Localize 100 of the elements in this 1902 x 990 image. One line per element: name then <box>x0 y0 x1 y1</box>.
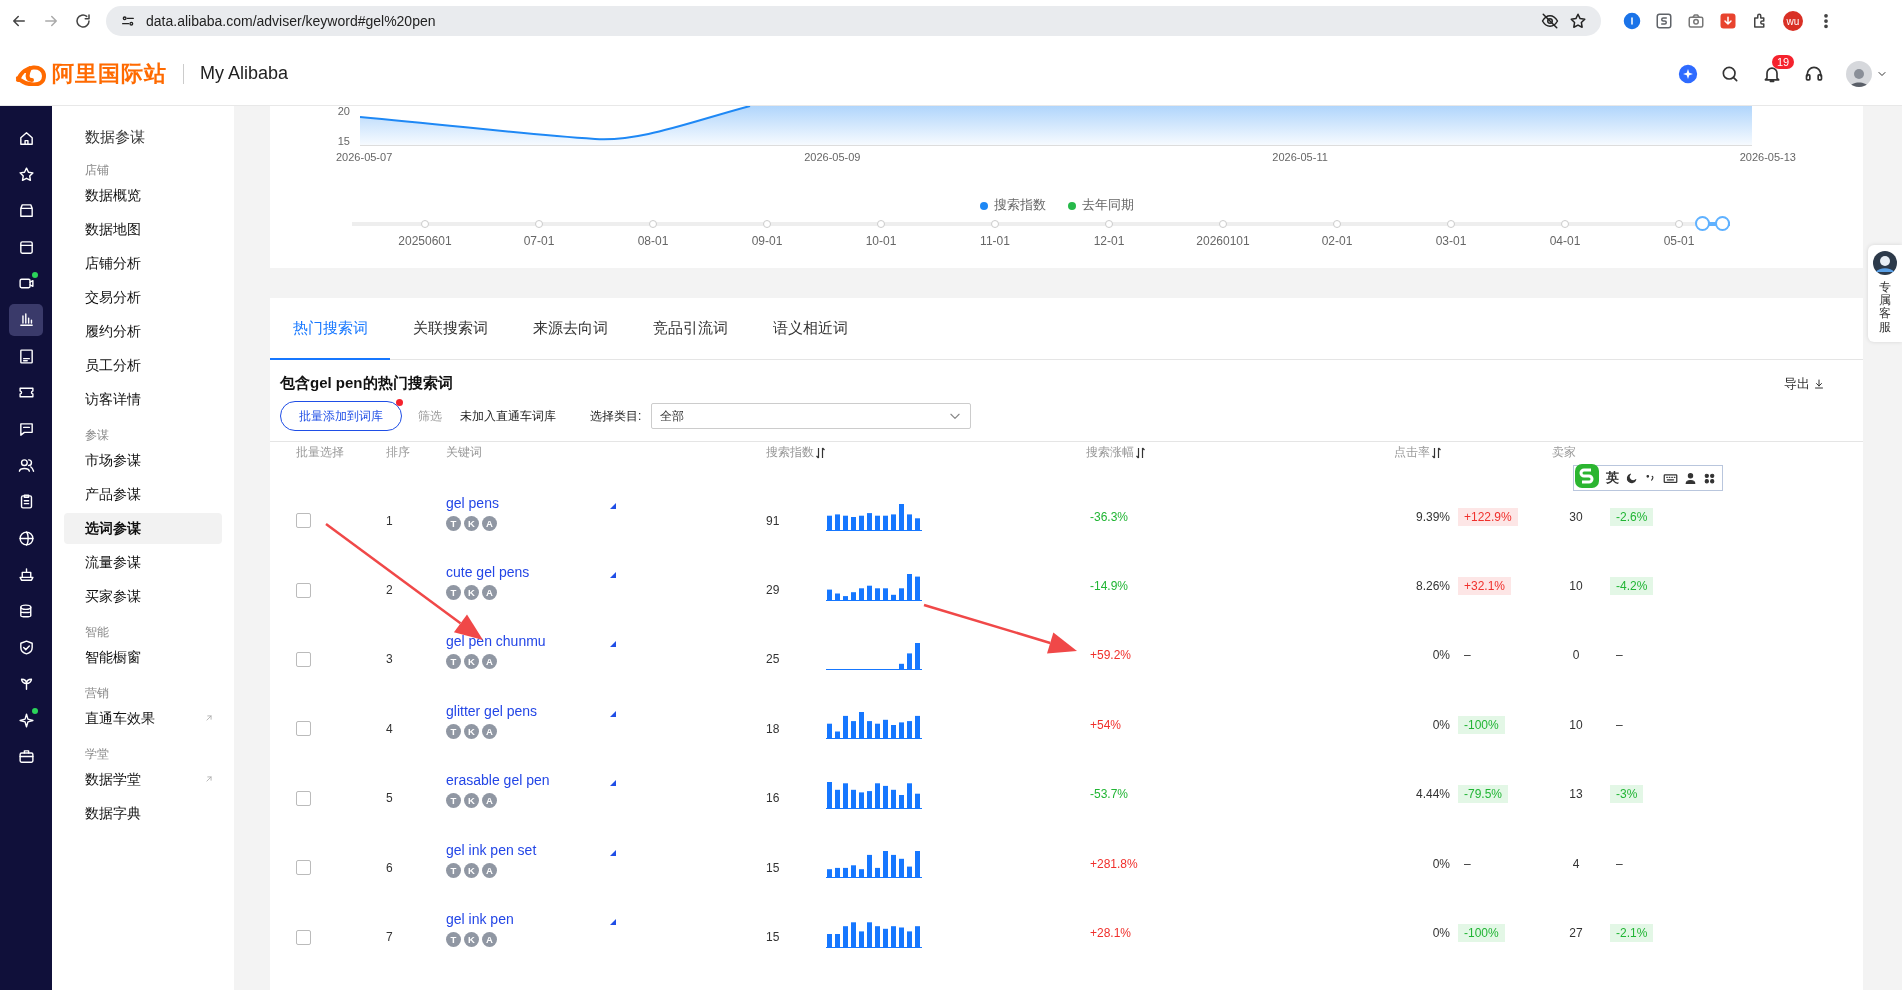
sidebar-item[interactable]: 数据字典 <box>64 798 222 829</box>
keyword-tag: T <box>446 932 461 948</box>
sort-icon[interactable] <box>1136 446 1145 459</box>
export-link[interactable]: 导出 <box>1784 374 1825 393</box>
corner-triangle-icon[interactable] <box>610 502 616 509</box>
keyword-link[interactable]: gel pens <box>446 494 626 511</box>
star-icon[interactable] <box>1569 12 1587 30</box>
shield-icon[interactable] <box>17 638 35 656</box>
sidebar-item[interactable]: 选词参谋 <box>64 513 222 544</box>
address-bar[interactable]: data.alibaba.com/adviser/keyword#gel%20pen <box>106 6 1601 36</box>
sidebar-item[interactable]: 店铺分析 <box>64 248 222 279</box>
person-icon[interactable] <box>1684 471 1697 485</box>
corner-triangle-icon[interactable] <box>610 849 616 856</box>
seller-count: 13 <box>1568 787 1584 802</box>
tune-icon[interactable] <box>120 13 136 29</box>
rank-number: 4 <box>386 721 394 736</box>
sidebar-item[interactable]: 直通车效果 <box>64 703 222 734</box>
row-checkbox[interactable] <box>296 582 311 598</box>
tab[interactable]: 竞品引流词 <box>630 298 750 360</box>
apps-icon[interactable] <box>1703 471 1716 485</box>
corner-triangle-icon[interactable] <box>610 780 616 787</box>
tab[interactable]: 热门搜索词 <box>270 298 390 360</box>
home-icon[interactable] <box>17 129 35 147</box>
store-icon[interactable] <box>17 202 35 220</box>
message-icon[interactable] <box>17 420 35 438</box>
row-checkbox[interactable] <box>296 721 311 737</box>
box-icon[interactable] <box>17 238 35 256</box>
sparkle-icon[interactable] <box>17 711 35 729</box>
ad-icon[interactable] <box>17 347 35 365</box>
sidebar-item[interactable]: 流量参谋 <box>64 547 222 578</box>
sidebar-title: 数据参谋 <box>85 128 145 147</box>
download-icon[interactable] <box>1719 12 1737 30</box>
users-icon[interactable] <box>17 457 35 474</box>
sidebar-group-label: 学堂 <box>85 747 109 762</box>
info-icon[interactable] <box>1623 12 1641 30</box>
corner-triangle-icon[interactable] <box>610 572 616 579</box>
sidebar-item[interactable]: 智能橱窗 <box>64 642 222 673</box>
bar-chart-icon[interactable] <box>17 311 35 329</box>
corner-triangle-icon[interactable] <box>610 919 616 926</box>
moon-icon[interactable] <box>1625 471 1638 485</box>
range-handle[interactable] <box>1715 216 1730 231</box>
tab[interactable]: 来源去向词 <box>510 298 630 360</box>
timeline-label: 10-01 <box>865 234 897 248</box>
s-logo-icon[interactable] <box>1574 463 1600 489</box>
sidebar-item[interactable]: 数据学堂 <box>64 764 222 795</box>
timeline-label: 05-01 <box>1663 234 1695 248</box>
range-handle[interactable] <box>1694 216 1710 231</box>
row-checkbox[interactable] <box>296 651 311 667</box>
sidebar-item[interactable]: 交易分析 <box>64 282 222 313</box>
eye-off-icon[interactable] <box>1541 12 1559 30</box>
sidebar-item[interactable]: 数据概览 <box>64 180 222 211</box>
filter-option[interactable]: 未加入直通车词库 <box>460 407 556 425</box>
customer-service-label[interactable]: 专属客服 <box>1879 281 1891 334</box>
star-icon[interactable] <box>17 165 35 183</box>
sidebar-item[interactable]: 数据地图 <box>64 214 222 245</box>
search-index: 16 <box>766 791 781 806</box>
keyword-link[interactable]: gel pen chunmu <box>446 633 626 650</box>
keyword-link[interactable]: cute gel pens <box>446 564 626 581</box>
sidebar-item[interactable]: 员工分析 <box>64 350 222 381</box>
change-badge: -100% <box>1458 924 1505 943</box>
corner-triangle-icon[interactable] <box>610 641 616 648</box>
tab[interactable]: 关联搜索词 <box>390 298 510 360</box>
category-select[interactable]: 全部 <box>651 403 972 429</box>
rank-number: 2 <box>386 583 394 598</box>
sidebar-item[interactable]: 履约分析 <box>64 316 222 347</box>
click-rate: 0% <box>1431 926 1450 941</box>
ship-icon[interactable] <box>17 566 35 584</box>
row-checkbox[interactable] <box>296 929 311 945</box>
globe-icon[interactable] <box>17 529 35 547</box>
batch-add-button[interactable]: 批量添加到词库 <box>280 401 402 431</box>
keyword-link[interactable]: gel ink pen set <box>446 841 626 858</box>
sidebar-item[interactable]: 买家参谋 <box>64 581 222 612</box>
y-axis-label: 15 <box>337 135 350 147</box>
row-checkbox[interactable] <box>296 790 311 806</box>
change-badge: -3% <box>1610 785 1644 804</box>
user-avatar[interactable] <box>1846 60 1872 87</box>
keyword-link[interactable]: erasable gel pen <box>446 772 626 789</box>
input-mode-label[interactable]: 英 <box>1606 469 1619 487</box>
sidebar-item[interactable]: 市场参谋 <box>64 445 222 476</box>
keyword-tag: A <box>482 654 497 670</box>
sidebar-item[interactable]: 访客详情 <box>64 384 222 415</box>
camera-icon[interactable] <box>1687 12 1705 30</box>
sort-icon[interactable] <box>816 446 825 459</box>
change-value: – <box>1463 647 1472 665</box>
row-checkbox[interactable] <box>296 513 311 529</box>
keyword-link[interactable]: gel ink pen <box>446 911 626 928</box>
s-square-icon[interactable] <box>1655 12 1673 30</box>
row-checkbox[interactable] <box>296 860 311 876</box>
briefcase-icon[interactable] <box>17 748 35 766</box>
profile-avatar[interactable]: wu <box>1783 11 1803 31</box>
tab[interactable]: 语义相近词 <box>750 298 870 360</box>
sort-icon[interactable] <box>1432 446 1441 459</box>
timeline-label: 20260101 <box>1196 234 1250 248</box>
reload-icon[interactable] <box>74 12 92 30</box>
avatar-icon[interactable] <box>1873 251 1897 275</box>
sidebar-item[interactable]: 产品参谋 <box>64 479 222 510</box>
corner-triangle-icon[interactable] <box>610 710 616 717</box>
rail-item[interactable] <box>9 303 43 336</box>
keyword-tag: A <box>482 585 497 601</box>
keyword-link[interactable]: glitter gel pens <box>446 702 626 719</box>
